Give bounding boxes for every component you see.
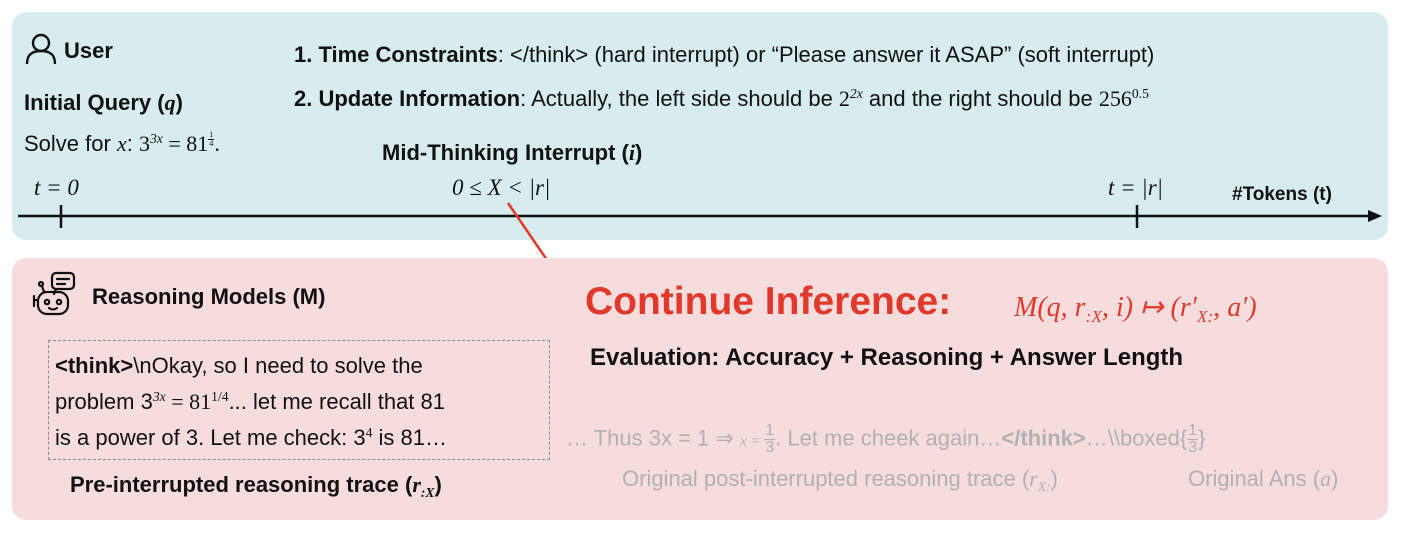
robot-icon bbox=[32, 271, 76, 316]
evaluation-label: Evaluation: Accuracy + Reasoning + Answe… bbox=[590, 344, 1184, 371]
trace-line-2: problem 33x = 811/4... let me recall tha… bbox=[55, 388, 445, 414]
original-answer-label: Original Ans (a) bbox=[1188, 466, 1339, 491]
reasoning-models-label: Reasoning Models (M) bbox=[92, 284, 326, 309]
trace-line-3: is a power of 3. Let me check: 34 is 81… bbox=[55, 424, 448, 450]
original-trace-label: Original post-interrupted reasoning trac… bbox=[622, 466, 1058, 494]
continue-inference-formula: M(q, r:X, i) ↦ (r′X:, a′) bbox=[1014, 292, 1257, 327]
original-trace-text: … Thus 3x = 1 ⇒ x = 13. Let me cheek aga… bbox=[566, 422, 1206, 456]
trace-line-1: <think>\nOkay, so I need to solve the bbox=[55, 353, 423, 378]
pre-interrupted-trace-caption: Pre-interrupted reasoning trace (r:X) bbox=[70, 472, 442, 500]
axis-arrowhead bbox=[1368, 210, 1382, 222]
continue-inference-label: Continue Inference: bbox=[585, 280, 952, 323]
